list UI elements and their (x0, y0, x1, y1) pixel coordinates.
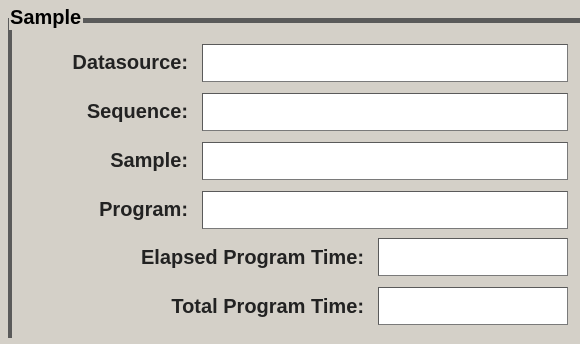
groupbox-title: Sample (9, 6, 84, 30)
sample-field[interactable] (202, 142, 568, 180)
sample-panel: Sample Datasource: Sequence: Sample: Pro… (0, 0, 580, 344)
sample-label: Sample: (110, 150, 188, 172)
datasource-field[interactable] (202, 44, 568, 82)
sequence-field[interactable] (202, 93, 568, 131)
total-program-time-field[interactable] (378, 287, 568, 325)
datasource-label: Datasource: (72, 52, 188, 74)
program-field[interactable] (202, 191, 568, 229)
elapsed-program-time-label: Elapsed Program Time: (140, 247, 364, 269)
elapsed-program-time-field[interactable] (378, 238, 568, 276)
total-program-time-label: Total Program Time: (171, 296, 364, 318)
sequence-label: Sequence: (86, 101, 188, 123)
program-label: Program: (99, 199, 188, 221)
